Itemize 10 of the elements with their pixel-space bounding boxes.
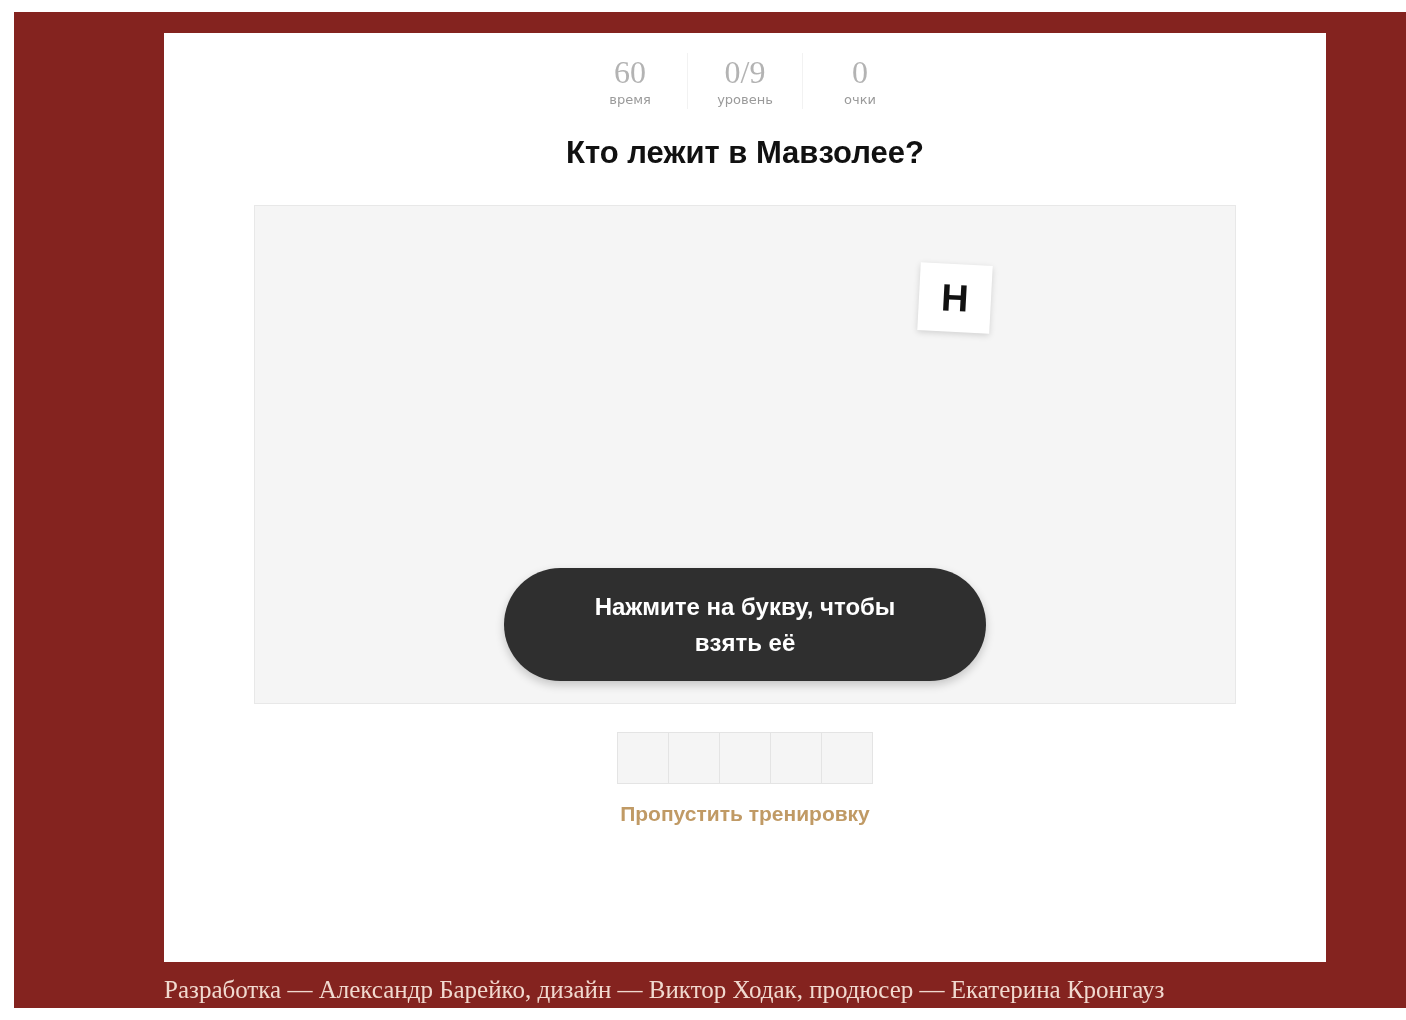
hint-tooltip: Нажмите на букву, чтобы взять её [504,568,986,681]
stat-value: 0 [852,53,868,91]
stat-label: время [609,91,651,109]
credits-text: Разработка — Александр Барейко, дизайн — Виктор Ходак, продюсер — Екатерина Кронгауз [164,976,1166,1004]
stat-value: 60 [614,53,646,91]
stat-value: 0/9 [724,53,766,91]
stat-label: уровень [717,91,773,109]
letter-tile[interactable]: Н [917,262,993,334]
stat-label: очки [844,91,876,109]
question-title: Кто лежит в Мавзолее? [566,134,924,172]
